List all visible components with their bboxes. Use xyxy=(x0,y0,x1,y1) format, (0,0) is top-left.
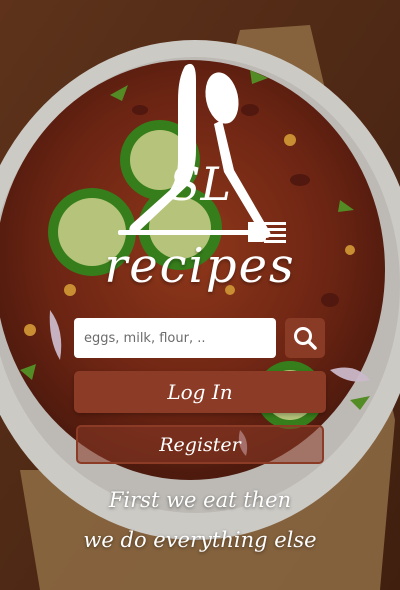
tagline-line-2: we do everything else xyxy=(83,528,317,552)
login-button[interactable]: Log In xyxy=(74,371,326,413)
search-input[interactable] xyxy=(74,318,276,358)
search-bar xyxy=(74,318,326,360)
register-button[interactable]: Register xyxy=(76,425,324,464)
spoon-icon xyxy=(205,72,271,238)
tagline-line-1: First we eat then xyxy=(108,488,292,512)
search-icon xyxy=(294,327,317,350)
logo-letters: SL xyxy=(169,157,231,211)
search-button[interactable] xyxy=(285,318,325,358)
app-name: recipes xyxy=(104,238,296,294)
